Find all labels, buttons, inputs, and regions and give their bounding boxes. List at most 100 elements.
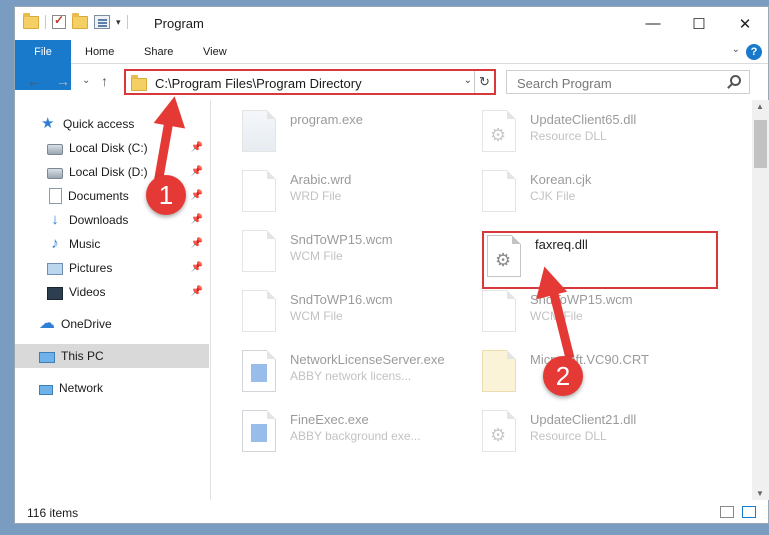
file-name: Arabic.wrd xyxy=(290,172,352,187)
file-type: Resource DLL xyxy=(530,129,607,143)
file-item[interactable]: UpdateClient21.dll Resource DLL xyxy=(482,410,712,460)
sidebar-item-this-pc[interactable]: This PC xyxy=(15,344,209,368)
video-icon xyxy=(47,286,63,300)
network-icon xyxy=(39,384,53,395)
address-dropdown-icon[interactable]: ⌄ xyxy=(464,75,472,86)
file-item[interactable]: SndToWP16.wcm WCM File xyxy=(242,290,472,340)
file-name: FineExec.exe xyxy=(290,412,369,427)
address-path[interactable]: C:\Program Files\Program Directory xyxy=(155,76,362,91)
application-icon xyxy=(242,410,276,452)
window-title: Program xyxy=(154,16,204,31)
search-input[interactable]: Search Program xyxy=(517,76,612,91)
blank-file-icon xyxy=(482,170,516,212)
navigation-bar: ← → ⌄ ↑ C:\Program Files\Program Directo… xyxy=(15,64,768,100)
quick-access-toolbar: ▾ xyxy=(23,12,128,29)
file-item[interactable]: Korean.cjk CJK File xyxy=(482,170,712,220)
file-item[interactable]: UpdateClient65.dll Resource DLL xyxy=(482,110,712,160)
star-icon: ★ xyxy=(41,115,55,132)
file-name: SndToWP15.wcm xyxy=(290,232,393,247)
file-item[interactable]: NetworkLicenseServer.exe ABBY network li… xyxy=(242,350,472,400)
sidebar-item-label: Documents xyxy=(68,189,129,203)
title-bar: ▾ Program — ☐ ✕ xyxy=(15,7,768,40)
sidebar-item-music[interactable]: ♪ Music 📌 xyxy=(15,232,209,256)
minimize-button[interactable]: — xyxy=(630,7,676,40)
forward-button[interactable]: → xyxy=(56,73,70,89)
dll-gear-icon xyxy=(482,410,516,452)
properties-check-icon[interactable] xyxy=(52,13,66,29)
step-badge-2: 2 xyxy=(543,356,583,396)
recent-locations-button[interactable]: ⌄ xyxy=(82,75,90,86)
file-item[interactable]: SndToWP15.wcm WCM File xyxy=(482,290,712,340)
blank-file-icon xyxy=(242,230,276,272)
new-folder-icon[interactable] xyxy=(72,12,88,29)
scroll-down-icon[interactable]: ▼ xyxy=(756,489,764,498)
help-icon[interactable]: ? xyxy=(746,44,762,60)
scroll-up-icon[interactable]: ▲ xyxy=(756,102,764,111)
sidebar-item-videos[interactable]: Videos 📌 xyxy=(15,280,209,304)
up-button[interactable]: ↑ xyxy=(101,73,108,89)
file-item[interactable]: Microsoft.VC90.CRT xyxy=(482,350,712,400)
customize-toolbar-chevron-icon[interactable]: ▾ xyxy=(116,17,121,28)
blank-file-icon xyxy=(242,170,276,212)
executable-icon xyxy=(242,110,276,152)
maximize-button[interactable]: ☐ xyxy=(676,7,722,40)
file-item[interactable]: Arabic.wrd WRD File xyxy=(242,170,472,220)
navigation-pane: ★ Quick access Local Disk (C:) 📌 Local D… xyxy=(15,100,211,500)
music-icon: ♪ xyxy=(51,235,59,252)
blank-file-icon xyxy=(242,290,276,332)
dll-gear-icon xyxy=(482,110,516,152)
file-item[interactable]: FineExec.exe ABBY background exe... xyxy=(242,410,472,460)
back-button[interactable]: ← xyxy=(27,73,41,89)
file-type: WCM File xyxy=(290,309,343,323)
pin-icon[interactable]: 📌 xyxy=(191,286,203,297)
pin-icon[interactable]: 📌 xyxy=(191,214,203,225)
file-item[interactable]: SndToWP15.wcm WCM File xyxy=(242,230,472,280)
window-controls: — ☐ ✕ xyxy=(630,7,768,40)
tab-home[interactable]: Home xyxy=(85,40,114,64)
sidebar-item-pictures[interactable]: Pictures 📌 xyxy=(15,256,209,280)
pictures-icon xyxy=(47,263,63,275)
expand-ribbon-chevron-icon[interactable]: ⌄ xyxy=(732,44,740,55)
vertical-scrollbar[interactable]: ▲ ▼ xyxy=(752,100,769,500)
file-type: CJK File xyxy=(530,189,576,203)
sidebar-item-local-disk-c[interactable]: Local Disk (C:) 📌 xyxy=(15,136,209,160)
divider xyxy=(45,15,46,29)
file-item[interactable]: program.exe xyxy=(242,110,472,160)
sidebar-item-downloads[interactable]: ↓ Downloads 📌 xyxy=(15,208,209,232)
sidebar-item-label: Quick access xyxy=(63,117,135,131)
tab-share[interactable]: Share xyxy=(144,40,173,64)
sidebar-item-label: Local Disk (C:) xyxy=(69,141,148,155)
download-icon: ↓ xyxy=(51,211,59,228)
close-button[interactable]: ✕ xyxy=(722,7,768,40)
details-view-icon[interactable] xyxy=(720,506,734,518)
large-icons-view-icon[interactable] xyxy=(742,506,756,518)
address-bar[interactable]: C:\Program Files\Program Directory ⌄ ↻ xyxy=(124,69,496,95)
sidebar-item-onedrive[interactable]: ☁ OneDrive xyxy=(15,312,209,336)
scrollbar-thumb[interactable] xyxy=(754,120,767,168)
sidebar-item-label: Pictures xyxy=(69,261,113,275)
pin-icon[interactable]: 📌 xyxy=(191,142,203,153)
search-icon xyxy=(730,75,741,86)
file-name: UpdateClient65.dll xyxy=(530,112,637,127)
sidebar-item-network[interactable]: Network xyxy=(15,376,209,400)
sidebar-item-label: This PC xyxy=(61,349,104,363)
pin-icon[interactable]: 📌 xyxy=(191,190,203,201)
properties-icon[interactable] xyxy=(94,15,110,29)
tab-view[interactable]: View xyxy=(203,40,227,64)
manifest-icon xyxy=(482,350,516,392)
status-bar: 116 items xyxy=(15,500,768,524)
highlight-box xyxy=(482,231,718,289)
folder-icon xyxy=(131,75,147,91)
file-type: WCM File xyxy=(290,249,343,263)
search-box[interactable]: Search Program xyxy=(506,70,750,94)
pin-icon[interactable]: 📌 xyxy=(191,238,203,249)
file-list: program.exe UpdateClient65.dll Resource … xyxy=(212,100,752,500)
file-type: WRD File xyxy=(290,189,342,203)
pin-icon[interactable]: 📌 xyxy=(191,262,203,273)
sidebar-item-label: Local Disk (D:) xyxy=(69,165,148,179)
divider xyxy=(126,15,128,29)
pin-icon[interactable]: 📌 xyxy=(191,166,203,177)
refresh-button[interactable]: ↻ xyxy=(474,71,494,93)
disk-icon xyxy=(47,168,63,179)
file-name: program.exe xyxy=(290,112,363,127)
